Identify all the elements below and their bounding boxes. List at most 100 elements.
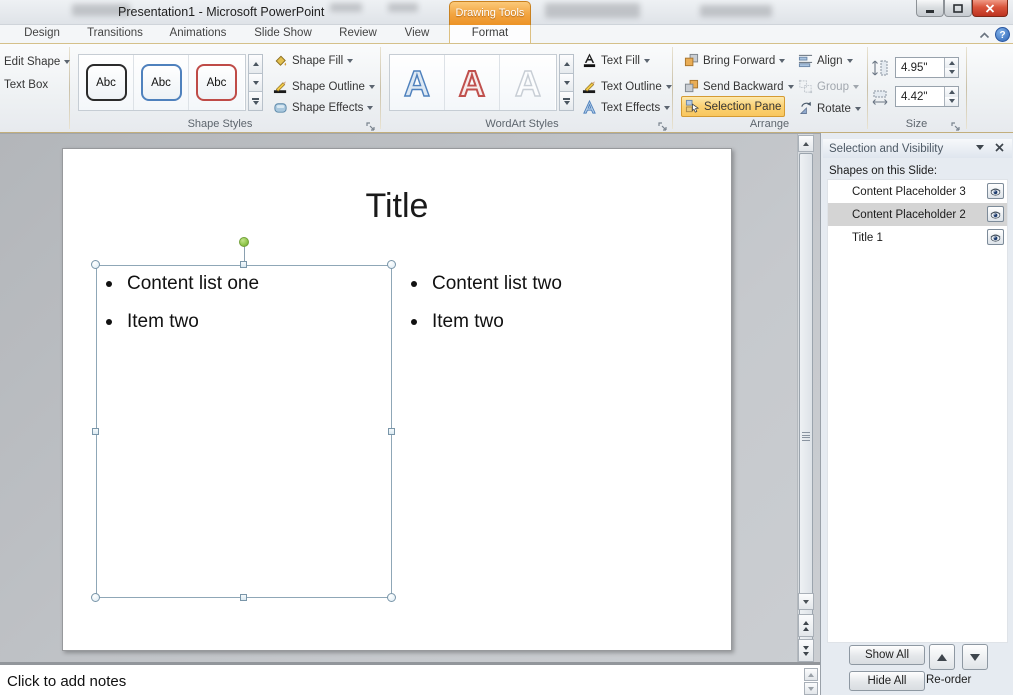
gallery-scroll-down-button[interactable] — [248, 74, 263, 93]
align-button[interactable]: Align — [795, 51, 856, 70]
reorder-down-button[interactable] — [962, 644, 988, 670]
tab-slide-show[interactable]: Slide Show — [249, 25, 317, 43]
wordart-style-option[interactable]: A — [500, 55, 555, 110]
shape-style-option[interactable]: Abc — [79, 55, 134, 110]
hide-all-button[interactable]: Hide All — [849, 671, 925, 691]
pane-menu-chevron-down-icon[interactable] — [972, 139, 988, 155]
shape-fill-label: Shape Fill — [292, 55, 343, 67]
bullet-line[interactable]: Content list two — [411, 273, 562, 295]
notes-scroll-up-button[interactable] — [804, 668, 818, 681]
rotation-handle[interactable] — [239, 237, 249, 247]
gallery-scroll-up-button[interactable] — [248, 54, 263, 74]
shape-list-item-selected[interactable]: Content Placeholder 2 — [828, 203, 1007, 226]
maximize-button[interactable] — [944, 0, 972, 17]
text-effects-icon — [582, 100, 597, 115]
dialog-launcher-icon[interactable] — [366, 119, 377, 130]
collapse-ribbon-icon[interactable] — [977, 29, 992, 40]
resize-handle-right[interactable] — [388, 428, 395, 435]
visibility-eye-button[interactable] — [987, 206, 1004, 222]
rotate-button[interactable]: Rotate — [795, 99, 864, 118]
minimize-icon — [925, 4, 935, 13]
text-box-button[interactable]: Text Box — [1, 75, 51, 94]
pane-close-icon[interactable] — [991, 139, 1007, 155]
group-separator — [380, 47, 381, 129]
wordart-style-option[interactable]: A — [445, 55, 500, 110]
resize-handle-bottom-left[interactable] — [91, 593, 100, 602]
gallery-scroll-down-button[interactable] — [559, 74, 574, 93]
group-button: Group — [795, 77, 862, 96]
shape-list-item[interactable]: Title 1 — [828, 226, 1007, 249]
tab-format[interactable]: Format — [449, 25, 531, 43]
notes-scroll-down-button[interactable] — [804, 682, 818, 695]
scroll-up-button[interactable] — [798, 135, 814, 152]
dropdown-arrow-icon — [666, 85, 672, 89]
text-effects-button[interactable]: Text Effects — [579, 98, 673, 117]
help-icon[interactable]: ? — [995, 27, 1010, 42]
selection-pane-icon — [685, 99, 700, 114]
minimize-button[interactable] — [916, 0, 944, 17]
gallery-more-button[interactable] — [248, 92, 263, 111]
wordart-style-option[interactable]: A — [390, 55, 445, 110]
text-outline-button[interactable]: Text Outline — [579, 77, 675, 96]
resize-handle-top[interactable] — [240, 261, 247, 268]
selected-placeholder-outline[interactable] — [96, 265, 392, 598]
shape-width-input[interactable] — [896, 87, 944, 106]
shape-style-option[interactable]: Abc — [189, 55, 244, 110]
scroll-down-button[interactable] — [798, 593, 814, 610]
show-all-button[interactable]: Show All — [849, 645, 925, 665]
dropdown-arrow-icon — [853, 85, 859, 89]
dialog-launcher-icon[interactable] — [951, 119, 962, 130]
notes-area[interactable]: Click to add notes — [0, 662, 820, 695]
ribbon: Edit Shape Text Box Abc Abc Abc — [0, 43, 1013, 133]
edit-shape-button[interactable]: Edit Shape — [1, 52, 73, 71]
group-label: Group — [817, 81, 849, 93]
gallery-more-button[interactable] — [559, 92, 574, 111]
text-fill-button[interactable]: Text Fill — [579, 51, 653, 70]
tab-transitions[interactable]: Transitions — [84, 25, 146, 43]
powerpoint-window: Presentation1 - Microsoft PowerPoint Dra… — [0, 0, 1013, 695]
align-label: Align — [817, 55, 843, 67]
group-separator — [867, 47, 868, 129]
resize-handle-bottom[interactable] — [240, 594, 247, 601]
tab-animations[interactable]: Animations — [164, 25, 232, 43]
arrange-group-label: Arrange — [672, 118, 867, 130]
resize-handle-bottom-right[interactable] — [387, 593, 396, 602]
next-slide-button[interactable] — [798, 639, 814, 662]
tab-view[interactable]: View — [398, 25, 436, 43]
width-spin-down-button[interactable] — [945, 97, 958, 107]
shape-fill-button[interactable]: Shape Fill — [270, 51, 356, 70]
shape-height-input[interactable] — [896, 58, 944, 77]
reorder-up-button[interactable] — [929, 644, 955, 670]
resize-handle-top-left[interactable] — [91, 260, 100, 269]
visibility-eye-button[interactable] — [987, 183, 1004, 199]
ghost-artifact — [330, 3, 362, 12]
selection-pane-button[interactable]: Selection Pane — [681, 96, 785, 117]
ghost-artifact — [388, 3, 418, 12]
close-button[interactable] — [972, 0, 1008, 17]
vertical-scrollbar — [797, 134, 813, 663]
height-spin-down-button[interactable] — [945, 68, 958, 78]
bullet-line[interactable]: Item two — [411, 311, 504, 333]
pane-header[interactable]: Selection and Visibility — [823, 139, 1012, 158]
shape-list-item[interactable]: Content Placeholder 3 — [828, 180, 1007, 203]
bring-forward-button[interactable]: Bring Forward — [681, 51, 788, 70]
tab-review[interactable]: Review — [333, 25, 383, 43]
shape-style-option[interactable]: Abc — [134, 55, 189, 110]
window-title: Presentation1 - Microsoft PowerPoint — [118, 5, 324, 19]
visibility-eye-button[interactable] — [987, 229, 1004, 245]
resize-handle-top-right[interactable] — [387, 260, 396, 269]
shape-effects-button[interactable]: Shape Effects — [270, 98, 376, 117]
dialog-launcher-icon[interactable] — [658, 119, 669, 130]
gallery-scroll-up-button[interactable] — [559, 54, 574, 74]
width-spin-up-button[interactable] — [945, 87, 958, 97]
height-spin-up-button[interactable] — [945, 58, 958, 68]
send-backward-button[interactable]: Send Backward — [681, 77, 797, 96]
wordart-thumbnail: A — [393, 61, 441, 105]
slide-title[interactable]: Title — [63, 187, 731, 226]
resize-handle-left[interactable] — [92, 428, 99, 435]
tab-design[interactable]: Design — [18, 25, 66, 43]
notes-placeholder[interactable]: Click to add notes — [7, 673, 126, 690]
previous-slide-button[interactable] — [798, 614, 814, 637]
shape-outline-button[interactable]: Shape Outline — [270, 77, 378, 96]
slide-canvas[interactable]: Title Content list one Item two Content … — [62, 148, 732, 651]
